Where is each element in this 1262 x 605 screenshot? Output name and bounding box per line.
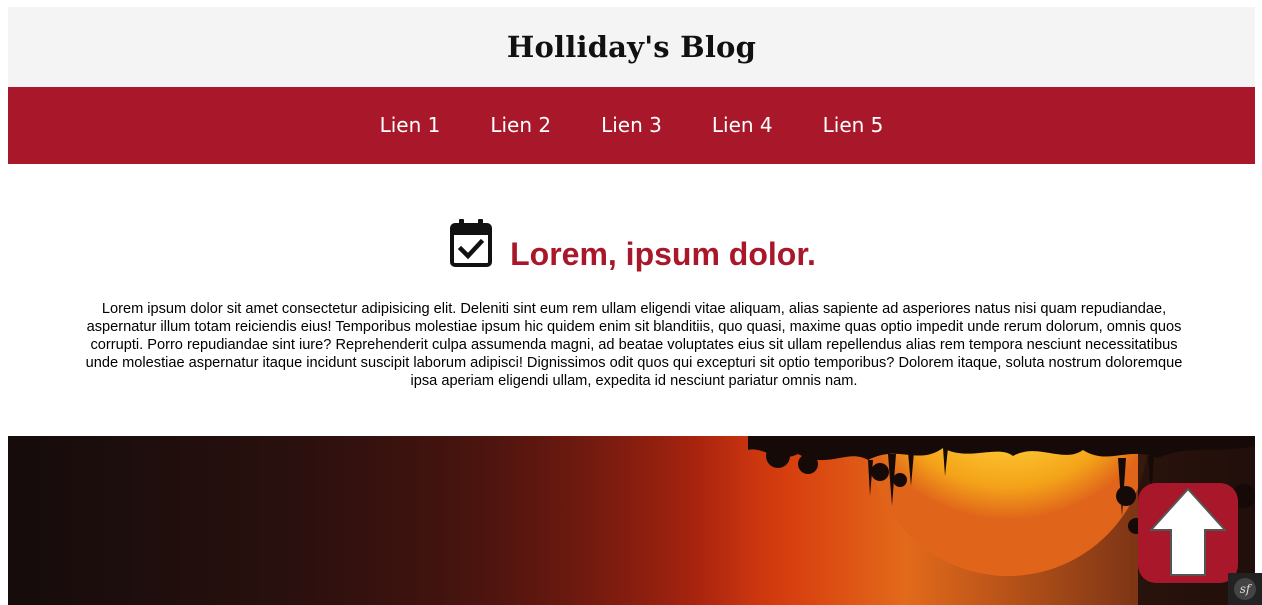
nav-link-4[interactable]: Lien 4 (687, 87, 798, 164)
nav-link-3[interactable]: Lien 3 (576, 87, 687, 164)
nav-link-2[interactable]: Lien 2 (465, 87, 576, 164)
nav-list: Lien 1 Lien 2 Lien 3 Lien 4 Lien 5 (355, 87, 909, 164)
article-title: Lorem, ipsum dolor. (510, 236, 816, 272)
article-heading: Lorem, ipsum dolor. (8, 216, 1255, 272)
nav-item: Lien 3 (576, 87, 687, 164)
nav-item: Lien 4 (687, 87, 798, 164)
main-navigation: Lien 1 Lien 2 Lien 3 Lien 4 Lien 5 (8, 87, 1255, 164)
article: Lorem, ipsum dolor. Lorem ipsum dolor si… (8, 164, 1255, 436)
nav-item: Lien 1 (355, 87, 466, 164)
arrow-up-icon (1147, 486, 1229, 581)
nav-item: Lien 5 (798, 87, 909, 164)
back-to-top-button[interactable] (1138, 483, 1238, 583)
symfony-toolbar-toggle[interactable]: sf (1228, 573, 1262, 605)
site-title: Holliday's Blog (506, 30, 757, 64)
calendar-check-icon (447, 216, 495, 272)
article-body: Lorem ipsum dolor sit amet consectetur a… (85, 301, 1183, 389)
site-header: Holliday's Blog (8, 7, 1255, 87)
symfony-icon: sf (1234, 578, 1256, 600)
nav-link-1[interactable]: Lien 1 (355, 87, 466, 164)
page: Holliday's Blog Lien 1 Lien 2 Lien 3 Lie… (0, 0, 1262, 605)
nav-item: Lien 2 (465, 87, 576, 164)
nav-link-5[interactable]: Lien 5 (798, 87, 909, 164)
sunset-image (8, 436, 1255, 605)
